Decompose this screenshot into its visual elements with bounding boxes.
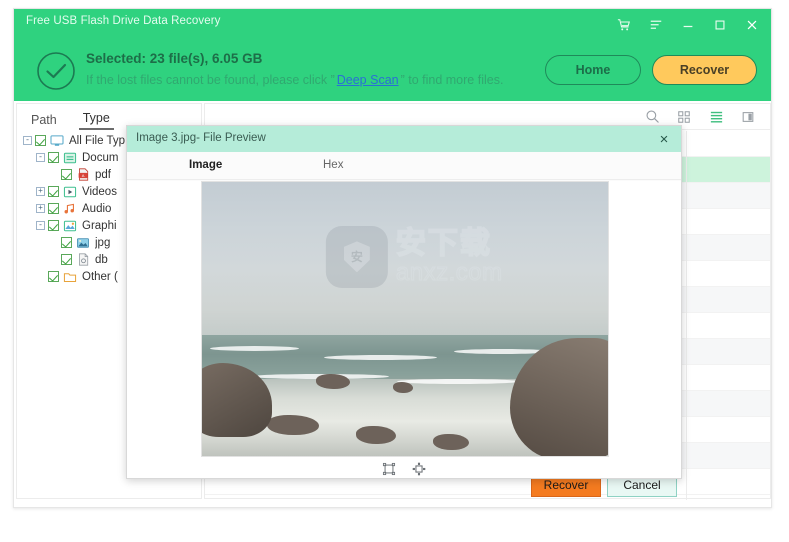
cart-icon[interactable] [609, 12, 639, 38]
rock [356, 425, 397, 444]
application-window: Free USB Flash Drive Data Recovery Selec… [13, 8, 772, 508]
app-title: Free USB Flash Drive Data Recovery [26, 15, 221, 27]
tree-item-label: Videos [82, 185, 117, 198]
expand-icon[interactable]: + [36, 204, 45, 213]
monitor-icon [50, 134, 64, 147]
image-tools [127, 459, 681, 478]
app-header: Free USB Flash Drive Data Recovery Selec… [14, 9, 771, 101]
maximize-icon[interactable] [705, 12, 735, 38]
tree-item-label: Docum [82, 151, 119, 164]
rock [266, 414, 319, 435]
wave [323, 354, 438, 360]
checkbox[interactable] [48, 152, 59, 163]
tree-item-label: jpg [95, 236, 111, 249]
tree-item-label: Graphi [82, 219, 117, 232]
title-bar: Free USB Flash Drive Data Recovery [14, 9, 771, 41]
watermark-en: anxz.com [395, 258, 503, 286]
tree-item-label: pdf [95, 168, 111, 181]
checkbox[interactable] [61, 254, 72, 265]
tree-item-label: All File Typ [69, 134, 126, 147]
recover-button-top[interactable]: Recover [652, 55, 757, 85]
selected-summary: Selected: 23 file(s), 6.05 GB [86, 51, 263, 66]
collapse-icon[interactable]: - [36, 221, 45, 230]
crop-icon[interactable] [381, 461, 397, 477]
hint-suffix: ” to find more files. [400, 73, 504, 87]
close-icon[interactable] [737, 12, 767, 38]
checkbox[interactable] [48, 203, 59, 214]
deep-scan-link[interactable]: Deep Scan [335, 73, 401, 87]
rock [315, 373, 350, 389]
collapse-icon[interactable]: - [36, 153, 45, 162]
dialog-title-bar: Image 3.jpg- File Preview × [127, 126, 681, 152]
rock [392, 382, 413, 394]
search-icon[interactable] [644, 109, 660, 125]
header-content: Selected: 23 file(s), 6.05 GB If the los… [14, 41, 771, 101]
watermark: 安 安下载 anxz.com [325, 225, 503, 288]
folder-icon [63, 270, 77, 283]
deep-scan-hint: If the lost files cannot be found, pleas… [86, 73, 503, 87]
shield-icon: 安 [343, 241, 370, 273]
document-icon [63, 151, 77, 164]
checkbox[interactable] [61, 237, 72, 248]
detail-view-icon[interactable] [740, 109, 756, 125]
expand-icon[interactable]: + [36, 187, 45, 196]
db-icon [76, 253, 90, 266]
grid-view-icon[interactable] [676, 109, 692, 125]
tab-image[interactable]: Image [189, 159, 222, 171]
dialog-title: Image 3.jpg- File Preview [136, 132, 266, 144]
tab-hex[interactable]: Hex [323, 159, 343, 171]
pdf-icon: A [76, 168, 90, 181]
jpg-icon [76, 236, 90, 249]
home-button[interactable]: Home [545, 55, 641, 85]
preview-area: 安 安下载 anxz.com [127, 181, 681, 478]
image-preview[interactable]: 安 安下载 anxz.com [201, 181, 609, 457]
close-icon[interactable]: × [655, 130, 673, 148]
column-divider[interactable] [686, 131, 687, 500]
fit-to-screen-icon[interactable] [411, 461, 427, 477]
watermark-badge-icon: 安 [325, 225, 388, 288]
tab-path[interactable]: Path [27, 113, 61, 130]
check-circle-icon [36, 51, 76, 91]
watermark-cn: 安下载 [395, 226, 492, 260]
dialog-tabs: Image Hex [127, 152, 681, 180]
window-controls [609, 12, 767, 38]
checkbox[interactable] [48, 271, 59, 282]
tree-item-label: db [95, 253, 108, 266]
checkbox[interactable] [48, 186, 59, 197]
checkbox[interactable] [48, 220, 59, 231]
checkbox[interactable] [35, 135, 46, 146]
svg-text:A: A [81, 173, 84, 178]
tree-item-label: Other ( [82, 270, 118, 283]
collapse-icon[interactable]: - [23, 136, 32, 145]
video-icon [63, 185, 77, 198]
list-view-icon[interactable] [708, 109, 724, 125]
minimize-icon[interactable] [673, 12, 703, 38]
tree-item-label: Audio [82, 202, 112, 215]
file-preview-dialog: Image 3.jpg- File Preview × Image Hex 安 … [126, 125, 682, 479]
audio-icon [63, 202, 77, 215]
rock [433, 434, 470, 451]
checkbox[interactable] [61, 169, 72, 180]
menu-icon[interactable] [641, 12, 671, 38]
tab-type[interactable]: Type [78, 111, 114, 130]
graphics-icon [63, 219, 77, 232]
watermark-text: 安下载 anxz.com [395, 226, 503, 286]
hint-prefix: If the lost files cannot be found, pleas… [86, 73, 335, 87]
